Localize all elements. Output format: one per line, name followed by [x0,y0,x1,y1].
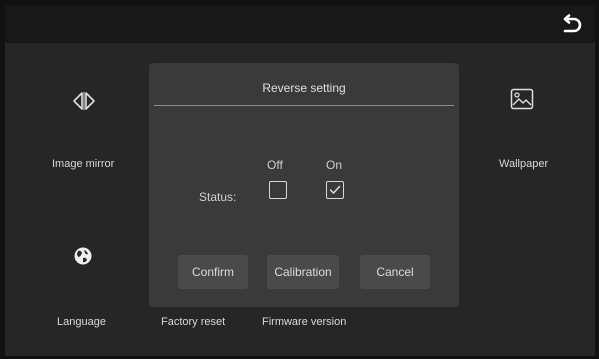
checkmark-icon [329,185,341,194]
top-bar [5,5,595,43]
tile-label: Wallpaper [499,158,549,170]
back-button[interactable] [559,13,583,37]
cancel-button[interactable]: Cancel [360,255,430,289]
status-off-checkbox[interactable] [269,181,287,199]
tile-label: Factory reset [161,316,226,328]
tile-label: Firmware version [262,316,347,328]
dialog-title: Reverse setting [262,81,346,95]
globe-icon [68,241,98,271]
option-off-label: Off [267,158,283,172]
confirm-button[interactable]: Confirm [178,255,248,289]
status-on-checkbox[interactable] [326,181,344,199]
mirror-flip-icon [69,86,99,116]
tile-label: Image mirror [52,158,115,170]
calibration-button[interactable]: Calibration [267,255,339,289]
settings-screen: Image mirror Wallpaper Language Factory … [5,5,595,356]
tile-label: Language [57,316,106,328]
image-icon [507,84,537,114]
option-on-label: On [326,158,343,172]
dialog-divider [154,105,454,106]
return-arrow-icon [563,14,582,33]
reverse-setting-dialog: Reverse setting Off On Status: Confirm C… [149,63,459,307]
status-label: Status: [199,190,237,204]
